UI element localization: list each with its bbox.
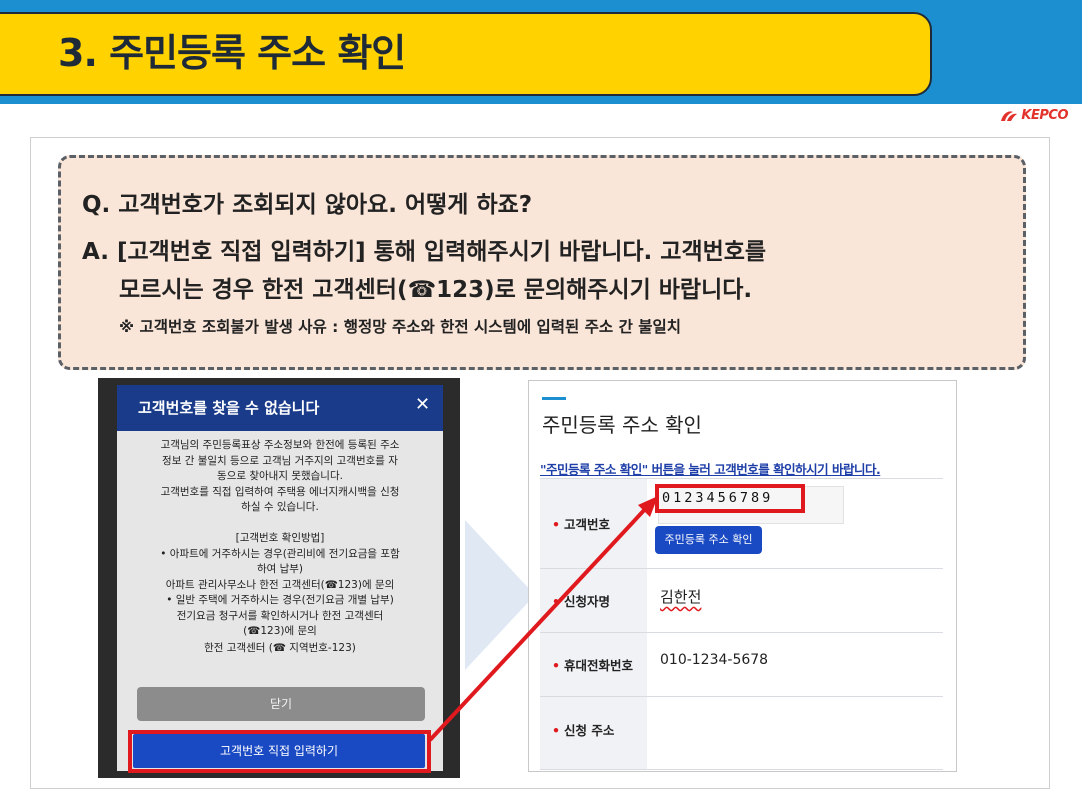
qa-question: Q. 고객번호가 조회되지 않아요. 어떻게 하죠?: [82, 192, 533, 218]
dialog-contact: 한전 고객센터 (☎ 지역번호-123): [204, 642, 356, 654]
dialog-line: 정보 간 불일치 등으로 고객님 거주지의 고객번호를 자: [162, 454, 398, 467]
page-title: 3. 주민등록 주소 확인: [58, 31, 406, 75]
form-title-accent: [542, 397, 566, 400]
kepco-mark-icon: [1001, 110, 1018, 121]
applicant-name-value: 김한전: [660, 588, 702, 606]
form-title: 주민등록 주소 확인: [542, 413, 702, 437]
qa-answer-line-2: 모르시는 경우 한전 고객센터(☎123)로 문의해주시기 바랍니다.: [119, 277, 753, 303]
form-table: • 고객번호 • 신청자명 • 휴대전화번호 • 신청 주소: [540, 478, 943, 770]
dialog-line: 고객님의 주민등록표상 주소정보와 한전에 등록된 주소: [160, 439, 400, 451]
row-divider: [540, 696, 943, 697]
dialog-line: 아파트 관리사무소나 한전 고객센터(☎123)에 문의: [165, 578, 395, 591]
close-icon[interactable]: ✕: [415, 394, 430, 415]
dialog-line: 하여 납부): [256, 563, 304, 575]
dialog-line: (☎123)에 문의: [243, 625, 317, 637]
mobile-phone-value: 010-1234-5678: [660, 652, 769, 668]
label-applicant-name: • 신청자명: [552, 594, 611, 609]
row-divider: [540, 568, 943, 569]
close-button[interactable]: 닫기: [137, 687, 425, 721]
qa-answer-line-1: A. [고객번호 직접 입력하기] 통해 입력해주시기 바랍니다. 고객번호를: [82, 239, 767, 265]
label-mobile-phone: • 휴대전화번호: [552, 658, 634, 673]
dialog-line: • 일반 주택에 거주하시는 경우(전기요금 개별 납부): [166, 594, 394, 606]
kepco-logo: KEPCO: [1000, 108, 1068, 123]
form-guide: "주민등록 주소 확인" 버튼을 눌러 고객번호를 확인하시기 바랍니다.: [540, 462, 881, 477]
dialog-line: 고객번호를 직접 입력하여 주택용 에너지캐시백을 신청: [160, 485, 400, 498]
row-divider: [540, 769, 943, 770]
dialog-line: [고객번호 확인방법]: [235, 532, 325, 544]
customer-number-highlight: [655, 484, 805, 513]
dialog-line: • 아파트에 거주하시는 경우(관리비에 전기요금을 포함: [160, 547, 400, 560]
dialog-line: 하실 수 있습니다.: [241, 501, 319, 513]
label-address: • 신청 주소: [552, 723, 615, 738]
row-divider: [540, 478, 943, 479]
row-divider: [540, 632, 943, 633]
kepco-logo-text: KEPCO: [1021, 108, 1068, 123]
direct-input-highlight: [128, 730, 431, 773]
label-customer-number: • 고객번호: [552, 517, 611, 532]
dialog-title: 고객번호를 찾을 수 없습니다: [138, 399, 320, 417]
address-confirm-button[interactable]: 주민등록 주소 확인: [655, 526, 762, 554]
dialog-line: 동으로 찾아내지 못했습니다.: [217, 470, 343, 482]
dialog-message: 고객님의 주민등록표상 주소정보와 한전에 등록된 주소 정보 간 불일치 등으…: [125, 438, 435, 640]
dialog-line: 전기요금 청구서를 확인하시거나 한전 고객센터: [176, 609, 384, 622]
qa-note: ※ 고객번호 조회불가 발생 사유 : 행정망 주소와 한전 시스템에 입력된 …: [119, 318, 682, 336]
flow-arrow-icon: [465, 520, 535, 670]
